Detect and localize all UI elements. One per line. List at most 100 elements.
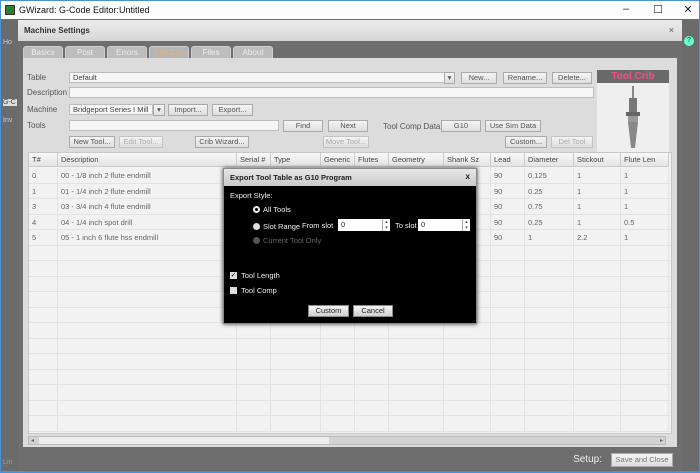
tool-comp-label: Tool Comp Data xyxy=(383,122,441,131)
column-header[interactable]: Stickout xyxy=(574,153,621,167)
table-cell: 1 xyxy=(621,199,669,214)
table-cell xyxy=(321,385,355,400)
table-cell xyxy=(444,338,491,354)
chevron-down-icon[interactable]: ▾ xyxy=(153,104,165,116)
table-cell xyxy=(29,338,58,354)
new-tool-button[interactable]: New Tool... xyxy=(69,136,115,148)
from-slot-spinner[interactable]: 0 ▴ ▾ xyxy=(338,219,390,231)
dialog-close-icon[interactable]: × xyxy=(669,25,674,35)
crib-wizard-button[interactable]: Crib Wizard... xyxy=(195,136,249,148)
tool-comp-checkbox[interactable] xyxy=(230,287,237,294)
table-cell xyxy=(525,354,574,369)
custom-export-button[interactable]: Custom xyxy=(308,305,349,317)
g10-button[interactable]: G10 xyxy=(441,120,481,132)
table-cell xyxy=(525,385,574,400)
dialog-title: Machine Settings xyxy=(24,26,90,35)
table-cell xyxy=(621,338,669,354)
column-header[interactable]: Shank Sz xyxy=(444,153,491,167)
scroll-right-icon[interactable]: ▸ xyxy=(660,437,663,444)
table-cell xyxy=(355,323,389,338)
scroll-left-icon[interactable]: ◂ xyxy=(31,437,34,444)
find-button[interactable]: Find xyxy=(283,120,323,132)
table-cell xyxy=(574,292,621,307)
sidebar-item[interactable]: Lin xyxy=(3,459,12,466)
table-cell xyxy=(444,400,491,416)
next-button[interactable]: Next xyxy=(328,120,368,132)
delete-button[interactable]: Delete... xyxy=(552,72,592,84)
column-header[interactable]: Diameter xyxy=(525,153,574,167)
empty-row xyxy=(29,416,671,432)
tool-length-checkbox[interactable]: ✓ xyxy=(230,272,237,279)
table-cell xyxy=(58,245,237,261)
table-cell xyxy=(621,245,669,261)
import-button[interactable]: Import... xyxy=(168,104,208,116)
table-cell: 0.25 xyxy=(525,214,574,230)
spinner-arrows-icon[interactable]: ▴ ▾ xyxy=(382,219,390,231)
save-and-close-button[interactable]: Save and Close xyxy=(611,453,673,467)
table-cell xyxy=(29,385,58,400)
table-cell xyxy=(621,400,669,416)
column-header[interactable]: Geometry xyxy=(389,153,444,167)
table-cell xyxy=(525,261,574,276)
maximize-button[interactable]: ☐ xyxy=(643,3,673,16)
window-title: GWizard: G-Code Editor:Untitled xyxy=(19,5,150,15)
spinner-arrows-icon[interactable]: ▴ ▾ xyxy=(462,219,470,231)
tools-label: Tools xyxy=(27,121,46,130)
column-header[interactable]: Generic xyxy=(321,153,355,167)
use-sim-data-button[interactable]: Use Sim Data xyxy=(485,120,541,132)
table-cell xyxy=(355,354,389,369)
table-cell xyxy=(491,323,525,338)
tool-length-label: Tool Length xyxy=(241,271,280,280)
table-cell xyxy=(444,354,491,369)
chevron-down-icon[interactable]: ▾ xyxy=(444,72,455,84)
table-select[interactable]: Default xyxy=(69,72,455,83)
slot-range-radio[interactable] xyxy=(253,223,260,230)
table-cell xyxy=(321,400,355,416)
table-cell: 1 xyxy=(621,183,669,199)
help-icon[interactable]: ? xyxy=(684,36,694,46)
all-tools-label: All Tools xyxy=(263,205,291,214)
to-slot-spinner[interactable]: 0 ▴ ▾ xyxy=(418,219,470,231)
rename-button[interactable]: Rename... xyxy=(503,72,547,84)
tool-crib-title: Tool Crib xyxy=(597,70,669,83)
minimize-button[interactable]: – xyxy=(611,3,641,15)
column-header[interactable]: Lead xyxy=(491,153,525,167)
sidebar-item[interactable]: Inv xyxy=(3,117,12,124)
del-tool-button[interactable]: Del Tool xyxy=(551,136,593,148)
new-table-button[interactable]: New... xyxy=(461,72,497,84)
tools-search-input[interactable] xyxy=(69,120,279,131)
column-header[interactable]: Flute Len xyxy=(621,153,669,167)
table-cell xyxy=(621,261,669,276)
current-tool-radio[interactable] xyxy=(253,237,260,244)
all-tools-radio[interactable] xyxy=(253,206,260,213)
column-header[interactable]: Type xyxy=(271,153,321,167)
table-cell xyxy=(621,354,669,369)
edit-tool-button[interactable]: Edit Tool... xyxy=(119,136,163,148)
machine-select[interactable]: Bridgeport Series I Mill xyxy=(69,104,153,115)
scrollbar-thumb[interactable] xyxy=(39,437,329,444)
column-header[interactable]: Flutes xyxy=(355,153,389,167)
close-button[interactable]: ✕ xyxy=(673,3,700,16)
horizontal-scrollbar[interactable]: ◂ ▸ xyxy=(28,436,666,445)
table-cell: 0.5 xyxy=(621,214,669,230)
column-header[interactable]: Description xyxy=(58,153,237,167)
table-cell xyxy=(621,416,669,431)
export-button[interactable]: Export... xyxy=(212,104,253,116)
description-input[interactable] xyxy=(69,87,594,98)
table-cell xyxy=(491,338,525,354)
modal-close-icon[interactable]: x xyxy=(466,172,470,181)
table-cell xyxy=(621,369,669,385)
sidebar-item[interactable]: Ho xyxy=(3,39,12,46)
table-cell xyxy=(444,323,491,338)
column-header[interactable]: Serial # xyxy=(237,153,271,167)
table-cell xyxy=(29,369,58,385)
move-tool-button[interactable]: Move Tool... xyxy=(323,136,369,148)
cancel-button[interactable]: Cancel xyxy=(353,305,393,317)
table-cell: 1 xyxy=(574,199,621,214)
column-header[interactable]: T# xyxy=(29,153,58,167)
custom-button[interactable]: Custom... xyxy=(505,136,547,148)
table-cell: 4 xyxy=(29,214,58,230)
sidebar-item[interactable]: G-C xyxy=(3,99,17,106)
table-cell xyxy=(491,307,525,323)
title-bar: GWizard: G-Code Editor:Untitled – ☐ ✕ xyxy=(0,0,700,19)
